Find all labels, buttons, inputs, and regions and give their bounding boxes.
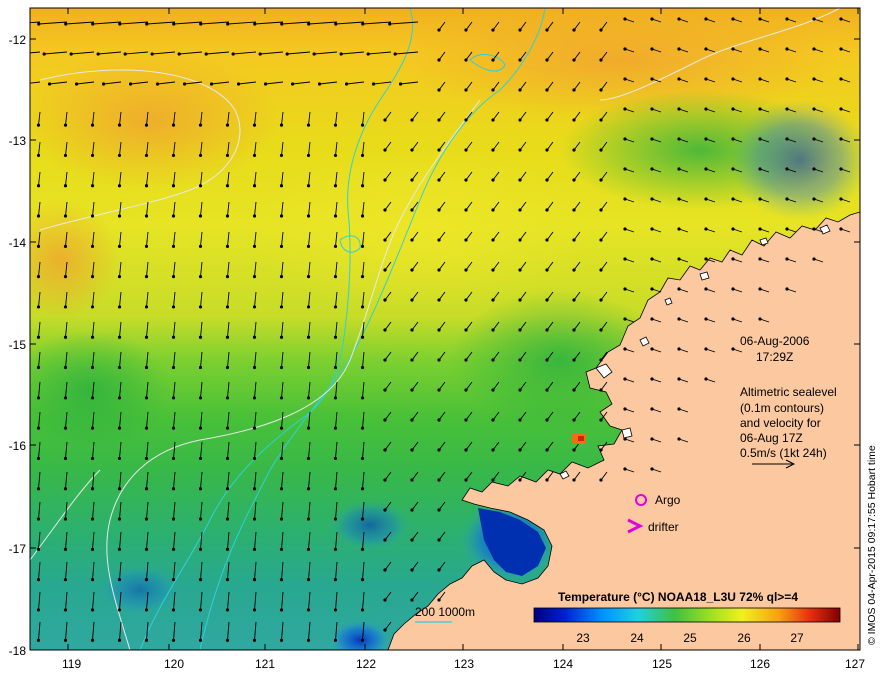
lat-tick-label: -17 xyxy=(9,542,27,556)
sealevel-line: Altimetric sealevel xyxy=(740,385,837,399)
argo-label: Argo xyxy=(655,493,681,507)
lat-tick-label: -13 xyxy=(9,134,27,148)
colorbar: Temperature (°C) NOAA18_L3U 72% ql>=4 23… xyxy=(533,590,841,645)
lat-tick-label: -18 xyxy=(9,644,27,658)
map-date: 06-Aug-2006 xyxy=(740,334,810,348)
sealevel-line: 06-Aug 17Z xyxy=(740,431,803,445)
lon-tick-label: 126 xyxy=(750,657,770,671)
lat-tick-label: -15 xyxy=(9,338,27,352)
lat-tick-label: -16 xyxy=(9,439,27,453)
lat-tick-label: -12 xyxy=(9,33,27,47)
sealevel-line: (0.1m contours) xyxy=(740,401,824,415)
sealevel-line: 0.5m/s (1kt 24h) xyxy=(740,446,827,460)
lat-tick-label: -14 xyxy=(9,236,27,250)
lon-tick-label: 121 xyxy=(255,657,275,671)
lon-tick-label: 127 xyxy=(845,657,865,671)
colorbar-tick: 27 xyxy=(790,631,804,645)
colorbar-tick: 26 xyxy=(737,631,751,645)
lon-axis: 119 120 121 122 123 124 125 126 127 xyxy=(62,657,865,671)
colorbar-title: Temperature (°C) NOAA18_L3U 72% ql>=4 xyxy=(558,590,798,604)
hotspot xyxy=(572,434,586,444)
lon-tick-label: 123 xyxy=(454,657,474,671)
lon-tick-label: 125 xyxy=(652,657,672,671)
bathymetry-legend-label: 200 1000m xyxy=(415,605,475,619)
sst-map: 119 120 121 122 123 124 125 126 127 -12 … xyxy=(9,7,865,671)
colorbar-tick: 23 xyxy=(576,631,590,645)
colorbar-tick: 24 xyxy=(630,631,644,645)
lon-tick-label: 120 xyxy=(164,657,184,671)
sealevel-line: and velocity for xyxy=(740,416,821,430)
colorbar-gradient xyxy=(533,607,841,623)
lat-axis: -12 -13 -14 -15 -16 -17 -18 xyxy=(9,33,27,658)
lon-tick-label: 119 xyxy=(62,657,81,671)
lon-tick-label: 122 xyxy=(356,657,376,671)
colorbar-tick: 25 xyxy=(683,631,697,645)
drifter-label: drifter xyxy=(648,520,679,534)
lon-tick-label: 124 xyxy=(553,657,573,671)
credit-text: © IMOS 04-Apr-2015 09:17:55 Hobart time xyxy=(866,445,878,645)
map-time: 17:29Z xyxy=(756,350,793,364)
